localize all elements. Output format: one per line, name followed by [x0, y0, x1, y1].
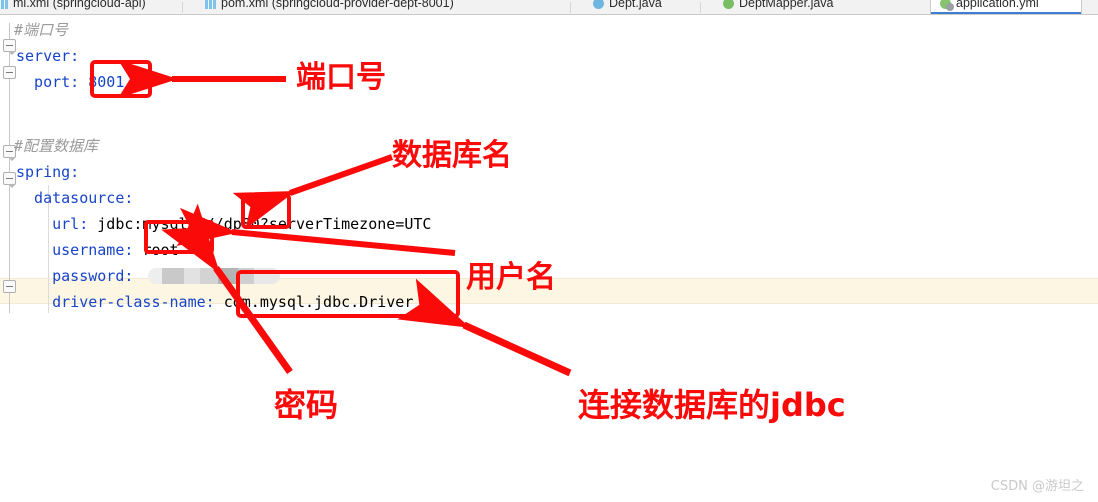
tab-label: application.yml — [956, 0, 1039, 10]
fold-toggle-datasource[interactable] — [3, 172, 16, 188]
java-interface-icon — [723, 0, 734, 9]
annotation-label-username: 用户名 — [466, 260, 556, 295]
tab-dept-java[interactable]: Dept.java — [584, 0, 694, 14]
tab-divider — [570, 2, 571, 13]
yaml-key-url: url: — [16, 215, 98, 233]
csdn-watermark: CSDN @游坦之 — [990, 479, 1084, 494]
annotation-label-database-name: 数据库名 — [392, 138, 512, 173]
url-value-suffix: ?serverTimezone=UTC — [259, 215, 432, 233]
url-value-prefix: jdbc:mysql:/// — [97, 215, 224, 233]
yaml-key-driver-class-name: driver-class-name: — [16, 293, 224, 311]
tab-divider — [700, 2, 701, 13]
password-value[interactable] — [148, 268, 280, 284]
java-class-icon — [593, 0, 604, 9]
yaml-file-icon — [940, 0, 954, 11]
tab-label: mi.xml (springcloud-api) — [13, 0, 146, 10]
comment-port-number: #端口号 — [14, 21, 69, 39]
yaml-key-port: port: — [16, 73, 89, 91]
tab-label: DeptMapper.java — [739, 0, 834, 10]
tab-label: Dept.java — [609, 0, 662, 10]
tab-label: pom.xml (springcloud-provider-dept-8001) — [221, 0, 454, 10]
tab-divider — [182, 2, 183, 13]
yaml-line-username[interactable]: username: root — [16, 237, 178, 263]
fold-toggle-driver[interactable] — [3, 280, 16, 293]
xml-file-icon — [205, 0, 216, 9]
yaml-key-password: password: — [16, 267, 143, 285]
port-value-8001[interactable]: 8001 — [88, 73, 124, 91]
annotation-label-password: 密码 — [274, 386, 339, 424]
yaml-key-spring[interactable]: spring: — [16, 159, 79, 185]
yaml-key-username: username: — [16, 241, 143, 259]
tab-api-xml[interactable]: mi.xml (springcloud-api) — [0, 0, 178, 14]
yaml-key-server[interactable]: server: — [16, 43, 79, 69]
url-database-name[interactable]: dp80 — [224, 215, 260, 233]
tab-pom-xml[interactable]: pom.xml (springcloud-provider-dept-8001) — [196, 0, 546, 14]
yaml-line-url[interactable]: url: jdbc:mysql:///dp80?serverTimezone=U… — [16, 211, 431, 237]
comment-configure-database: #配置数据库 — [14, 137, 99, 155]
annotation-label-port: 端口号 — [296, 60, 386, 95]
ide-screenshot: mi.xml (springcloud-api) pom.xml (spring… — [0, 0, 1098, 502]
editor-tab-bar: mi.xml (springcloud-api) pom.xml (spring… — [0, 0, 1098, 15]
yaml-key-datasource[interactable]: datasource: — [16, 185, 133, 211]
driver-class-value[interactable]: com.mysql.jdbc.Driver — [224, 293, 414, 311]
yaml-line-driver-class-name[interactable]: driver-class-name: com.mysql.jdbc.Driver — [16, 289, 413, 315]
yaml-line-password[interactable]: password: — [16, 263, 142, 289]
yaml-line-port[interactable]: port: 8001 — [16, 69, 124, 95]
tab-deptmapper-java[interactable]: DeptMapper.java — [714, 0, 884, 14]
username-value[interactable]: root — [142, 241, 178, 259]
fold-toggle-port[interactable] — [3, 66, 16, 79]
xml-file-icon — [0, 0, 8, 9]
annotation-label-jdbc: 连接数据库的jdbc — [578, 386, 846, 424]
tab-application-yml[interactable]: application.yml — [930, 0, 1082, 14]
tab-overflow[interactable] — [1090, 0, 1098, 14]
